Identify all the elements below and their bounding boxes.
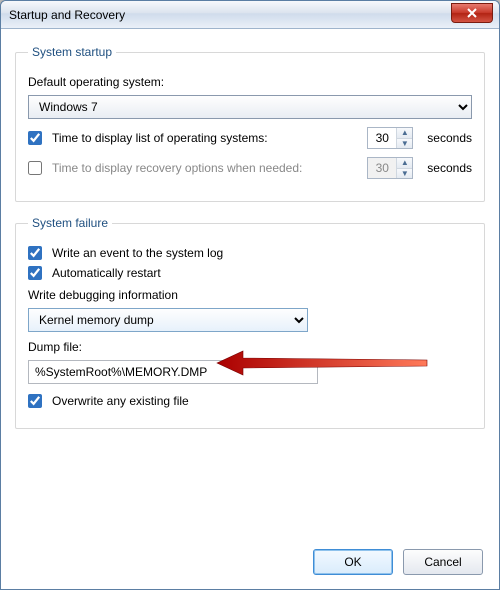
- default-os-label: Default operating system:: [28, 75, 164, 89]
- dump-file-input[interactable]: [28, 360, 318, 384]
- window-title: Startup and Recovery: [7, 8, 125, 22]
- startup-recovery-window: Startup and Recovery System startup Defa…: [0, 0, 500, 590]
- spinner-down-icon[interactable]: ▼: [397, 138, 412, 148]
- spinner-up-icon: ▲: [397, 158, 412, 168]
- spinner-up-icon[interactable]: ▲: [397, 128, 412, 138]
- overwrite-checkbox[interactable]: [28, 394, 42, 408]
- debug-info-select[interactable]: Kernel memory dump: [28, 308, 308, 332]
- close-icon: [467, 8, 477, 18]
- system-startup-group: System startup Default operating system:…: [15, 45, 485, 202]
- auto-restart-checkbox[interactable]: [28, 266, 42, 280]
- write-event-checkbox[interactable]: [28, 246, 42, 260]
- system-failure-group: System failure Write an event to the sys…: [15, 216, 485, 429]
- display-recovery-seconds: ▲ ▼: [367, 157, 413, 179]
- dump-file-label: Dump file:: [28, 340, 472, 354]
- seconds-unit-label: seconds: [427, 161, 472, 175]
- display-recovery-label: Time to display recovery options when ne…: [52, 161, 302, 175]
- titlebar[interactable]: Startup and Recovery: [1, 1, 499, 29]
- close-button[interactable]: [451, 3, 493, 23]
- spinner: ▲ ▼: [396, 158, 412, 178]
- display-os-list-checkbox[interactable]: [28, 131, 42, 145]
- ok-button[interactable]: OK: [313, 549, 393, 575]
- seconds-unit-label: seconds: [427, 131, 472, 145]
- debug-info-label: Write debugging information: [28, 288, 472, 302]
- display-recovery-checkbox[interactable]: [28, 161, 42, 175]
- cancel-button[interactable]: Cancel: [403, 549, 483, 575]
- write-event-label: Write an event to the system log: [52, 246, 223, 260]
- spinner[interactable]: ▲ ▼: [396, 128, 412, 148]
- auto-restart-label: Automatically restart: [52, 266, 161, 280]
- client-area: System startup Default operating system:…: [1, 29, 499, 589]
- overwrite-label: Overwrite any existing file: [52, 394, 189, 408]
- display-os-list-label: Time to display list of operating system…: [52, 131, 268, 145]
- system-failure-legend: System failure: [28, 216, 112, 230]
- display-recovery-seconds-input: [368, 158, 396, 178]
- system-startup-legend: System startup: [28, 45, 116, 59]
- display-os-list-seconds-input[interactable]: [368, 128, 396, 148]
- button-bar: OK Cancel: [313, 549, 483, 575]
- display-os-list-seconds[interactable]: ▲ ▼: [367, 127, 413, 149]
- default-os-select[interactable]: Windows 7: [28, 95, 472, 119]
- spinner-down-icon: ▼: [397, 168, 412, 178]
